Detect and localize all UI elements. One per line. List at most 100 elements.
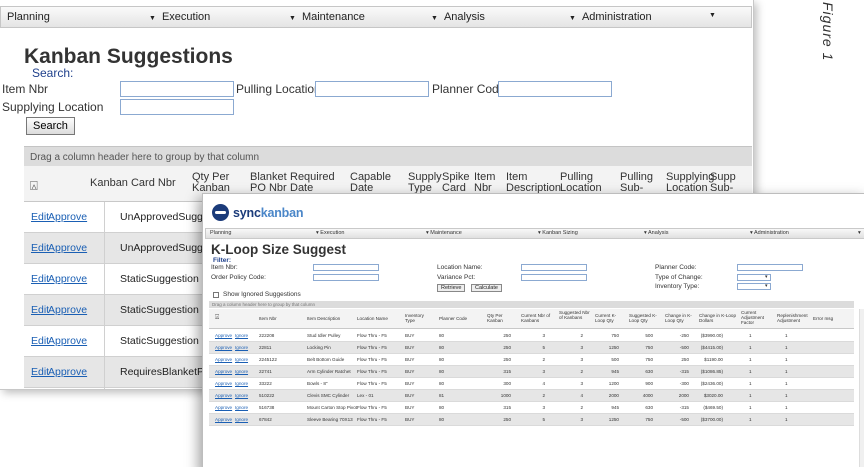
chevron-down-icon[interactable]: ▾ [858,230,861,236]
cell: 1 [785,357,788,362]
calculate-button[interactable]: Calculate [471,284,502,292]
approve-link[interactable]: Approve [48,335,87,347]
search-button[interactable]: Search [26,117,75,135]
location-name-input[interactable] [521,264,587,271]
edit-link[interactable]: Edit [31,211,49,223]
chevron-down-icon[interactable]: ▾ [765,274,768,280]
nav-planning[interactable]: Planning [210,230,231,236]
cell: ($1086.85) [700,369,723,374]
ignore-link[interactable]: Ignore [235,369,248,374]
item-nbr-input[interactable] [120,81,234,97]
edit-link[interactable]: Edit [31,273,49,285]
table-row[interactable]: Approve Ignore 22811 Locking Pin Flow Thru -… [209,342,854,354]
ignore-link[interactable]: Ignore [235,357,248,362]
ignore-link[interactable]: Ignore [235,333,248,338]
cell: Belt Bottom Guide [307,357,345,362]
col-change-k-loop-dollars[interactable]: Change in K-Loop Dollars [699,313,737,323]
approve-link[interactable]: Approve [215,369,232,374]
planner-code-input[interactable] [498,81,612,97]
edit-link[interactable]: Edit [31,242,49,254]
cell: 315 [503,405,511,410]
col-suggested-k-loop-qty[interactable]: Suggested K-Loop Qty [629,313,661,323]
table-row[interactable]: Approve Ignore 22741 Arm Cylinder Ratchet Fl… [209,366,854,378]
variance-pct-input[interactable] [521,274,587,281]
cell: BUY [405,393,415,398]
group-by-area[interactable]: Drag a column header here to group by th… [24,146,752,166]
approve-link[interactable]: Approve [215,333,232,338]
nav-maintenance[interactable]: ▼ Maintenance [289,11,365,23]
approve-link[interactable]: Approve [215,405,232,410]
table-row[interactable]: Approve Ignore 2245122 Belt Bottom Guide Flo… [209,354,854,366]
approve-link[interactable]: Approve [215,357,232,362]
nav-analysis[interactable]: ▼ Analysis [431,11,485,23]
ignore-link[interactable]: Ignore [235,393,248,398]
ignore-link[interactable]: Ignore [235,417,248,422]
cell: 5 [542,345,545,350]
table-row[interactable]: Approve Ignore 510222 Clevis SMC Cylinder Le… [209,390,854,402]
approve-link[interactable]: Approve [215,393,232,398]
nav-execution-label: Execution [320,230,345,236]
nav-analysis[interactable]: ▾ Analysis [644,230,668,236]
edit-link[interactable]: Edit [31,366,49,378]
approve-link[interactable]: Approve [215,345,232,350]
pulling-location-input[interactable] [315,81,429,97]
col-error-msg[interactable]: Error msg [813,316,833,321]
col-location-name[interactable]: Location Name [357,316,388,321]
export-icon[interactable]: ⍓ [215,314,219,321]
supplying-location-input[interactable] [120,99,234,115]
nav-maintenance[interactable]: ▾ Maintenance [426,230,462,236]
table-row[interactable]: Approve Ignore 67842 Sleeve Bearing 70X13 Fl… [209,414,854,426]
table-row[interactable]: Approve Ignore 222208 Stud Idler Pulley Flow… [209,330,854,342]
order-policy-input[interactable] [313,274,379,281]
cell: 1 [749,405,752,410]
approve-link[interactable]: Approve [48,242,87,254]
col-current-adjustment-factor[interactable]: Current Adjustment Factor [741,310,775,325]
cell: 3 [542,369,545,374]
ignore-link[interactable]: Ignore [235,405,248,410]
approve-link[interactable]: Approve [215,381,232,386]
edit-link[interactable]: Edit [31,304,49,316]
col-current-nbr-kanbans[interactable]: Current Nbr of Kanbans [521,313,555,323]
nav-administration[interactable]: ▼ Administration [569,11,652,23]
col-change-k-loop-qty[interactable]: Change in K-Loop Qty [665,313,697,323]
table-row[interactable]: Approve Ignore 516738 Mount Carton Stop Piv… [209,402,854,414]
col-suggested-nbr-kanbans[interactable]: Suggested Nbr of Kanbans [559,310,593,320]
edit-link[interactable]: Edit [31,335,49,347]
brand-part-sync: sync [233,206,261,220]
cell: 80 [439,333,445,338]
table-row[interactable]: Approve Ignore 33222 Bowls - 8" Flow Thru - … [209,378,854,390]
nav-execution[interactable]: ▼ Execution [149,11,210,23]
ignore-link[interactable]: Ignore [235,345,248,350]
col-item-description[interactable]: Item Description [307,316,340,321]
cell: ($4415.00) [700,345,723,350]
cell: 2245122 [259,357,277,362]
cell: 1200 [608,381,619,386]
nav-administration[interactable]: ▾ Administration [750,230,789,236]
planner-code-input[interactable] [737,264,803,271]
col-qty-per-kanban[interactable]: Qty Per Kanban [487,313,511,323]
group-by-area[interactable]: Drag a column header here to group by th… [209,301,854,308]
nav-kanban-sizing[interactable]: ▾ Kanban Sizing [538,230,578,236]
chevron-down-icon[interactable]: ▼ [709,12,716,19]
cell: 1 [785,405,788,410]
approve-link[interactable]: Approve [215,417,232,422]
col-planner-code[interactable]: Planner Code [439,316,467,321]
grid-scrollbar[interactable] [859,309,864,467]
col-replenishment-adjustment[interactable]: Replenishment Adjustment [777,313,813,323]
cell: BUY [405,333,415,338]
chevron-down-icon[interactable]: ▾ [765,283,768,289]
col-inventory-type[interactable]: Inventory Type [405,313,431,323]
approve-link[interactable]: Approve [48,304,87,316]
kanban-card-nbr-cell: StaticSuggestion [120,273,199,285]
col-current-k-loop-qty[interactable]: Current K-Loop Qty [595,313,625,323]
item-nbr-input[interactable] [313,264,379,271]
approve-link[interactable]: Approve [48,211,87,223]
show-ignored-checkbox[interactable] [213,292,219,298]
col-item-nbr[interactable]: Item Nbr [259,316,277,321]
nav-planning[interactable]: Planning [7,11,50,23]
nav-execution[interactable]: ▾ Execution [316,230,344,236]
ignore-link[interactable]: Ignore [235,381,248,386]
approve-link[interactable]: Approve [48,273,87,285]
approve-link[interactable]: Approve [48,366,87,378]
retrieve-button[interactable]: Retrieve [437,284,466,292]
